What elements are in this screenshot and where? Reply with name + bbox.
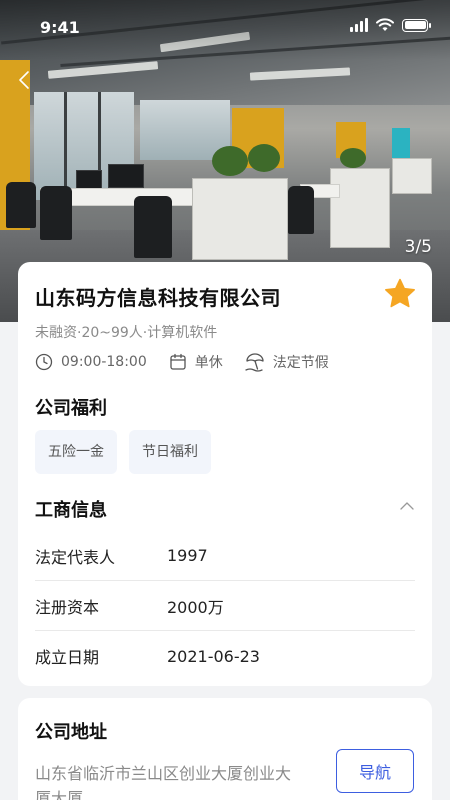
photo-chair <box>40 186 72 240</box>
photo-monitor <box>108 164 144 188</box>
photo-chair <box>288 186 314 234</box>
photo-plant <box>248 144 280 172</box>
star-icon[interactable] <box>383 277 417 311</box>
benefits-title: 公司福利 <box>35 398 107 419</box>
holidays: 法定节假 <box>245 352 329 372</box>
photo-wall <box>392 128 410 158</box>
work-info-row: 09:00-18:00 单休 法定节假 <box>35 352 351 372</box>
address-text: 山东省临沂市兰山区创业大厦创业大厦大厦 <box>35 764 292 800</box>
business-row-capital: 注册资本 2000万 <box>35 581 415 631</box>
wifi-icon <box>376 18 394 31</box>
photo-cabinet <box>192 178 288 260</box>
rest-days: 单休 <box>169 352 223 372</box>
business-info-title: 工商信息 <box>35 500 107 521</box>
work-hours-text: 09:00-18:00 <box>61 354 147 370</box>
photo-monitor <box>76 170 102 190</box>
business-row-label: 成立日期 <box>35 648 100 667</box>
benefit-tag: 节日福利 <box>129 430 211 474</box>
holidays-text: 法定节假 <box>272 355 329 371</box>
navigate-button[interactable]: 导航 <box>336 749 414 793</box>
photo-cabinet <box>392 158 432 194</box>
clock-icon <box>35 353 53 371</box>
rest-days-text: 单休 <box>194 355 223 371</box>
benefits-list: 五险一金 节日福利 <box>35 430 211 474</box>
benefit-tag: 五险一金 <box>35 430 117 474</box>
work-hours: 09:00-18:00 <box>35 353 147 371</box>
address-title: 公司地址 <box>35 722 107 743</box>
beach-umbrella-icon <box>245 353 264 372</box>
battery-icon <box>402 18 431 32</box>
calendar-icon <box>170 353 186 370</box>
cellular-signal-icon <box>350 18 368 32</box>
status-icons <box>350 18 431 32</box>
status-time: 9:41 <box>40 18 80 37</box>
photo-chair <box>134 196 172 258</box>
photo-chair <box>6 182 36 228</box>
business-row-value: 2021-06-23 <box>167 646 260 666</box>
photo-counter: 3/5 <box>404 237 432 257</box>
business-row-founded: 成立日期 2021-06-23 <box>35 631 415 681</box>
back-button[interactable] <box>12 66 36 94</box>
photo-plant <box>212 146 248 176</box>
business-row-value: 2000万 <box>167 597 224 617</box>
business-row-label: 注册资本 <box>35 597 100 617</box>
company-meta: 未融资·20~99人·计算机软件 <box>35 325 218 341</box>
company-address-card: 公司地址 山东省临沂市兰山区创业大厦创业大厦大厦 导航 <box>18 698 432 800</box>
company-name: 山东码方信息科技有限公司 <box>35 286 281 310</box>
status-bar: 9:41 <box>0 0 450 56</box>
photo-cabinet <box>330 168 390 248</box>
business-row-value: 1997 <box>167 546 208 565</box>
chevron-left-icon <box>19 71 29 89</box>
company-info-card: 山东码方信息科技有限公司 未融资·20~99人·计算机软件 09:00-18:0… <box>18 262 432 686</box>
chevron-up-icon[interactable] <box>399 498 415 514</box>
business-row-legal-rep: 法定代表人 1997 <box>35 531 415 581</box>
business-row-label: 法定代表人 <box>35 547 116 567</box>
photo-plant <box>340 148 366 168</box>
photo-mullion <box>64 92 67 200</box>
